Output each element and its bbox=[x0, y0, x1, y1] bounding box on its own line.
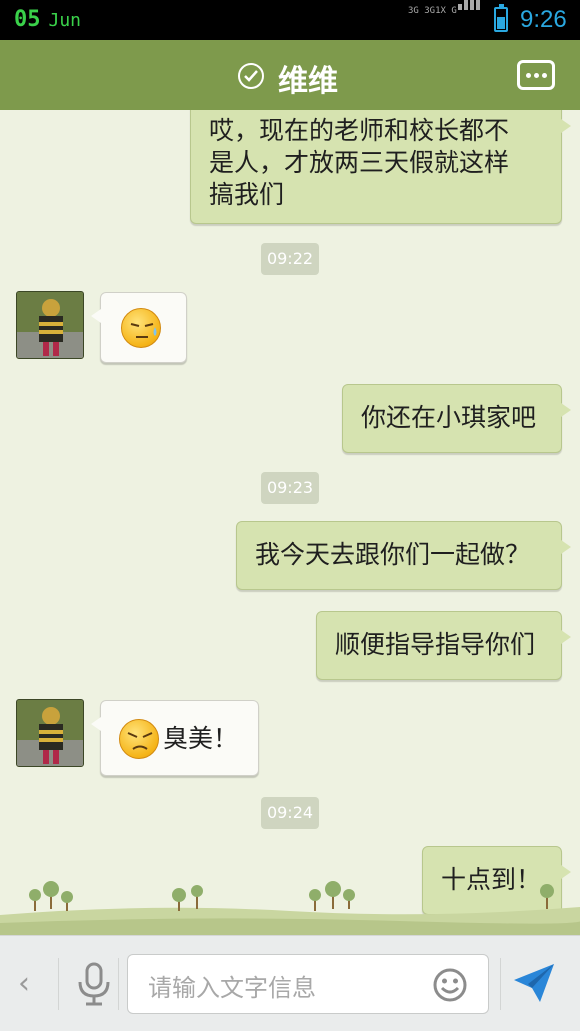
more-dots-icon[interactable] bbox=[517, 60, 555, 90]
chevron-left-icon[interactable]: ‹ bbox=[18, 966, 30, 1001]
message-text: 顺便指导指导你们 bbox=[335, 630, 536, 659]
message-text: 你还在小琪家吧 bbox=[361, 403, 537, 432]
avatar[interactable] bbox=[16, 291, 84, 359]
status-bar: 05 Jun 3G 3G1X G 9:26 bbox=[0, 0, 580, 40]
network-type-label: 3G 3G1X G bbox=[408, 6, 457, 16]
message-bubble-outgoing[interactable]: 顺便指导指导你们 bbox=[316, 611, 571, 680]
smiley-icon[interactable] bbox=[432, 967, 468, 1007]
chat-title: 维维 bbox=[278, 64, 338, 99]
sweat-face-emoji bbox=[121, 308, 161, 348]
message-bubble-outgoing[interactable]: 哎，现在的老师和校长都不 是人，才放两三天假就这样 搞我们 bbox=[190, 110, 571, 224]
avatar[interactable] bbox=[16, 699, 84, 767]
timestamp: 09:24 bbox=[261, 797, 319, 829]
message-text: 我今天去跟你们一起做？ bbox=[255, 540, 531, 569]
input-bar: ‹ 请输入文字信息 bbox=[0, 935, 580, 1031]
send-plane-icon[interactable] bbox=[512, 962, 556, 1008]
divider bbox=[500, 958, 501, 1010]
message-text-line: 搞我们 bbox=[209, 180, 285, 209]
battery-icon bbox=[494, 4, 508, 32]
timestamp: 09:23 bbox=[261, 472, 319, 504]
message-bubble-outgoing[interactable]: 我今天去跟你们一起做？ bbox=[236, 521, 571, 590]
microphone-icon[interactable] bbox=[74, 962, 114, 1010]
divider bbox=[118, 958, 119, 1010]
message-input[interactable]: 请输入文字信息 bbox=[127, 954, 489, 1014]
status-month: Jun bbox=[48, 10, 82, 31]
annoyed-face-emoji bbox=[119, 719, 159, 759]
message-bubble-outgoing[interactable]: 你还在小琪家吧 bbox=[342, 384, 571, 453]
status-date: 05 Jun bbox=[14, 7, 81, 32]
status-time: 9:26 bbox=[520, 6, 567, 33]
message-bubble-incoming[interactable]: 臭美！ bbox=[91, 700, 259, 776]
divider bbox=[58, 958, 59, 1010]
message-text-line: 哎，现在的老师和校长都不 bbox=[209, 116, 510, 145]
message-text-line: 是人，才放两三天假就这样 bbox=[209, 148, 510, 177]
ground-decoration bbox=[0, 881, 580, 935]
message-bubble-incoming[interactable] bbox=[91, 292, 187, 363]
message-input-placeholder: 请输入文字信息 bbox=[148, 974, 316, 1002]
status-day: 05 bbox=[14, 7, 41, 32]
check-circle-icon bbox=[238, 63, 264, 89]
title-bar: 维维 bbox=[0, 40, 580, 118]
network-type-icon: 3G 3G1X G bbox=[408, 6, 457, 16]
chat-area[interactable]: 哎，现在的老师和校长都不 是人，才放两三天假就这样 搞我们 09:22 你还在小… bbox=[0, 110, 580, 935]
message-text: 臭美！ bbox=[163, 724, 239, 753]
timestamp: 09:22 bbox=[261, 243, 319, 275]
